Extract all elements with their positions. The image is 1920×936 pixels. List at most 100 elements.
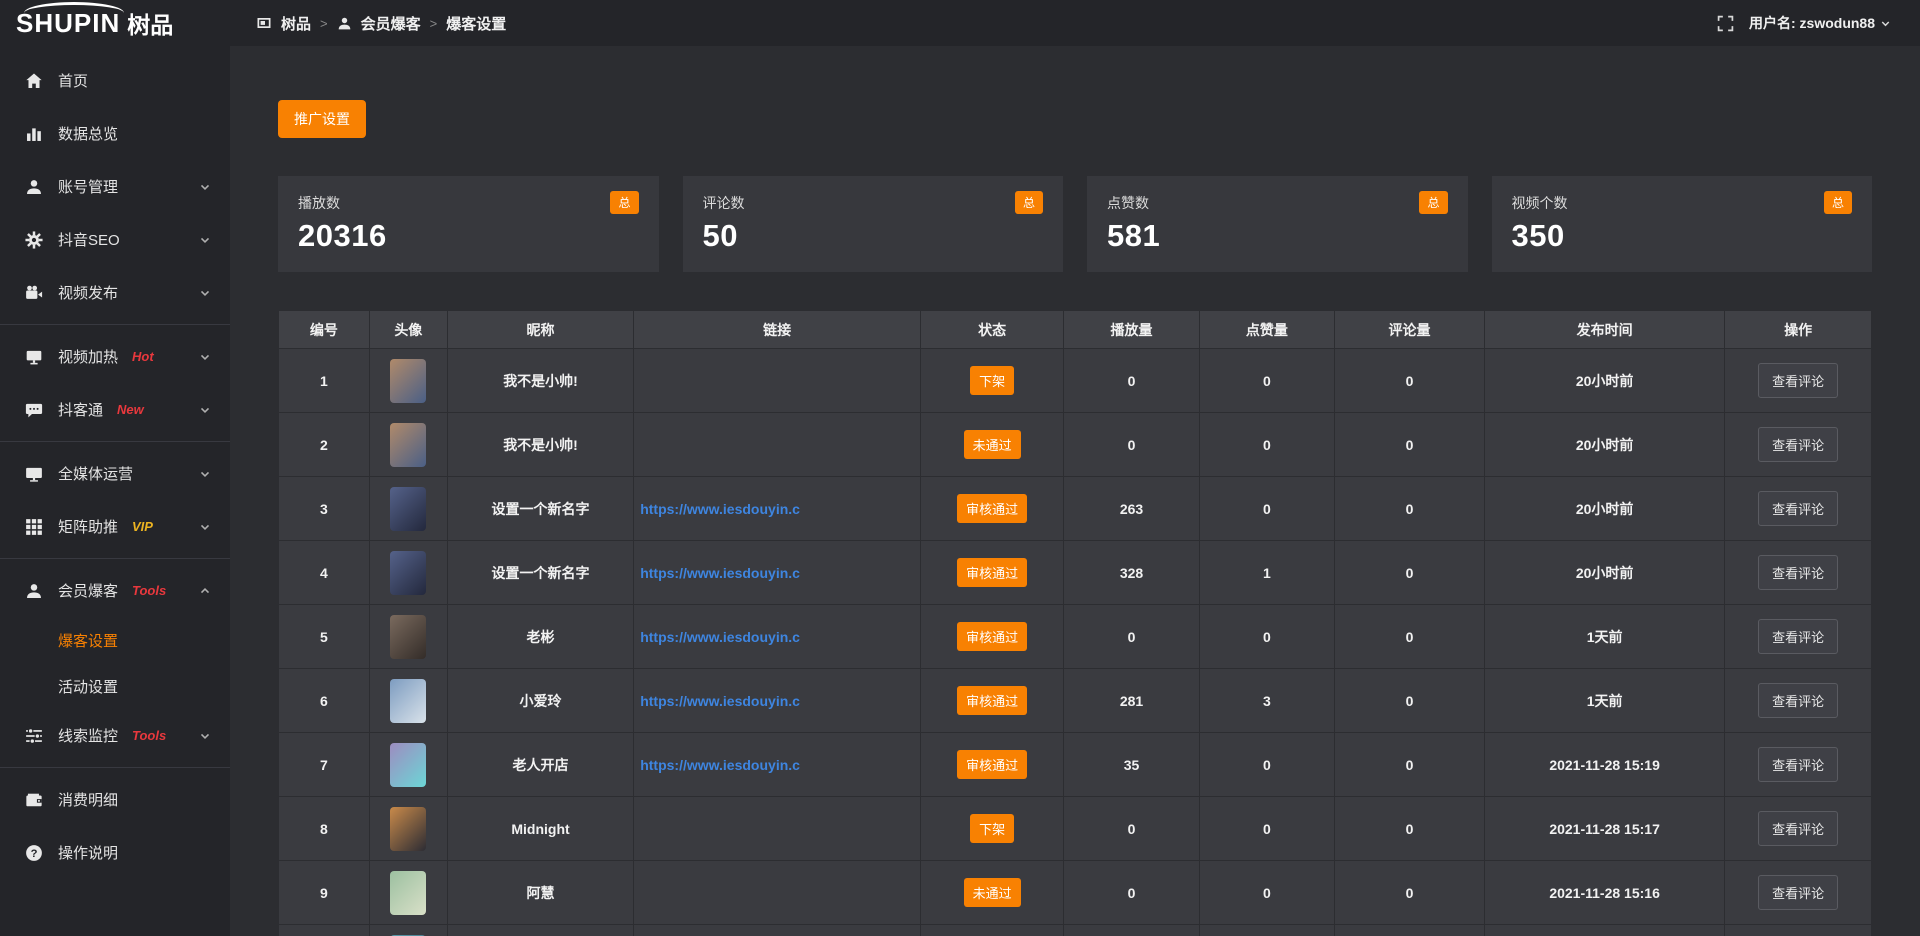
total-badge: 总 — [1015, 191, 1043, 214]
cell-id: 4 — [279, 541, 370, 605]
table-row: 1我不是小帅!下架00020小时前查看评论 — [279, 349, 1872, 413]
breadcrumb-item-section[interactable]: 会员爆客 — [361, 13, 421, 34]
view-comments-button[interactable]: 查看评论 — [1758, 619, 1838, 654]
sidebar-item-home-0[interactable]: 首页 — [0, 54, 230, 107]
fullscreen-icon[interactable] — [1717, 15, 1734, 32]
cell-status — [920, 925, 1063, 936]
cell-nickname: 我不是小帅! — [447, 349, 633, 413]
sidebar-item-label: 视频发布 — [58, 282, 118, 303]
sidebar-item-screen-6[interactable]: 视频加热Hot — [0, 330, 230, 383]
chevron-down-icon — [1879, 17, 1892, 30]
wallet-icon — [24, 791, 44, 809]
cell-plays: 35 — [1064, 733, 1199, 797]
cell-comments — [1335, 925, 1485, 936]
view-comments-button[interactable]: 查看评论 — [1758, 683, 1838, 718]
cell-id: 3 — [279, 477, 370, 541]
gear-icon — [24, 231, 44, 249]
table-row: 3设置一个新名字https://www.iesdouyin.c审核通过26300… — [279, 477, 1872, 541]
sidebar-subitem-active[interactable]: 爆客设置 — [0, 617, 230, 663]
cell-status: 下架 — [920, 349, 1063, 413]
stat-card-top: 点赞数总 — [1107, 191, 1448, 214]
stat-label: 播放数 — [298, 193, 340, 213]
sidebar-item-user-12[interactable]: 会员爆客 Tools — [0, 564, 230, 617]
status-badge: 未通过 — [964, 878, 1021, 907]
stat-cards: 播放数总20316评论数总50点赞数总581视频个数总350 — [278, 176, 1872, 272]
view-comments-button[interactable]: 查看评论 — [1758, 491, 1838, 526]
breadcrumb-separator: > — [320, 16, 328, 31]
video-link[interactable]: https://www.iesdouyin.c — [640, 565, 800, 581]
sidebar-item-video-4[interactable]: 视频发布 — [0, 266, 230, 319]
user-menu[interactable]: 用户名: zswodun88 — [1749, 13, 1892, 33]
view-comments-button[interactable]: 查看评论 — [1758, 427, 1838, 462]
view-comments-button[interactable]: 查看评论 — [1758, 363, 1838, 398]
view-comments-button[interactable]: 查看评论 — [1758, 555, 1838, 590]
sidebar-item-label: 线索监控 — [58, 725, 118, 746]
cell-avatar — [369, 541, 447, 605]
video-link[interactable]: https://www.iesdouyin.c — [640, 501, 800, 517]
view-comments-button[interactable]: 查看评论 — [1758, 811, 1838, 846]
sidebar-item-grid-10[interactable]: 矩阵助推VIP — [0, 500, 230, 553]
cell-plays — [1064, 925, 1199, 936]
video-link[interactable]: https://www.iesdouyin.c — [640, 629, 800, 645]
sidebar-item-chart-1[interactable]: 数据总览 — [0, 107, 230, 160]
sidebar-item-gear-3[interactable]: 抖音SEO — [0, 213, 230, 266]
cell-time: 2021-11-28 15:19 — [1484, 733, 1725, 797]
sidebar-item-label: 全媒体运营 — [58, 463, 133, 484]
cell-id: 6 — [279, 669, 370, 733]
total-badge: 总 — [610, 191, 638, 214]
sidebar-badge-tools: Tools — [132, 583, 166, 598]
cell-plays: 0 — [1064, 413, 1199, 477]
avatar — [390, 423, 426, 467]
sidebar-item-sliders-13[interactable]: 线索监控 Tools — [0, 709, 230, 762]
svg-text:?: ? — [31, 847, 38, 859]
breadcrumb-item-app[interactable]: 树品 — [281, 13, 311, 34]
sidebar-subitem-item[interactable]: 活动设置 — [0, 663, 230, 709]
column-header: 状态 — [920, 311, 1063, 349]
sidebar-item-user-2[interactable]: 账号管理 — [0, 160, 230, 213]
sidebar-item-wallet-15[interactable]: 消费明细 — [0, 773, 230, 826]
content: 推广设置 播放数总20316评论数总50点赞数总581视频个数总350 编号头像… — [230, 46, 1920, 936]
sidebar-item-monitor-9[interactable]: 全媒体运营 — [0, 447, 230, 500]
cell-comments: 0 — [1335, 669, 1485, 733]
cell-link — [634, 925, 921, 936]
cell-likes: 0 — [1199, 861, 1334, 925]
cell-link: https://www.iesdouyin.c — [634, 669, 921, 733]
stat-value: 581 — [1107, 218, 1448, 254]
status-badge: 审核通过 — [957, 686, 1027, 715]
cell-link — [634, 413, 921, 477]
view-comments-button[interactable]: 查看评论 — [1758, 747, 1838, 782]
cell-nickname: 设置一个新名字 — [447, 541, 633, 605]
promotion-settings-button[interactable]: 推广设置 — [278, 100, 366, 138]
chevron-down-icon — [198, 286, 212, 300]
cell-plays: 0 — [1064, 605, 1199, 669]
cell-status: 下架 — [920, 797, 1063, 861]
cell-time: 1天前 — [1484, 669, 1725, 733]
avatar — [390, 487, 426, 531]
cell-nickname: 设置一个新名字 — [447, 477, 633, 541]
sidebar-item-label: 首页 — [58, 70, 88, 91]
chevron-down-icon — [198, 403, 212, 417]
cell-likes: 1 — [1199, 541, 1334, 605]
column-header: 点赞量 — [1199, 311, 1334, 349]
cell-id: 5 — [279, 605, 370, 669]
sidebar-item-label: 会员爆客 — [58, 580, 118, 601]
sidebar-badge-tools: Tools — [132, 728, 166, 743]
cell-avatar — [369, 477, 447, 541]
cell-status: 审核通过 — [920, 669, 1063, 733]
sidebar-item-label: 矩阵助推 — [58, 516, 118, 537]
view-comments-button[interactable]: 查看评论 — [1758, 875, 1838, 910]
status-badge: 审核通过 — [957, 750, 1027, 779]
video-link[interactable]: https://www.iesdouyin.c — [640, 757, 800, 773]
cell-avatar — [369, 797, 447, 861]
sidebar-subitem-label: 爆客设置 — [58, 630, 118, 651]
sidebar-item-question-16[interactable]: ?操作说明 — [0, 826, 230, 879]
avatar — [390, 679, 426, 723]
records-table: 编号头像昵称链接状态播放量点赞量评论量发布时间操作 1我不是小帅!下架00020… — [278, 310, 1872, 936]
sidebar-item-chat-7[interactable]: 抖客通New — [0, 383, 230, 436]
video-link[interactable]: https://www.iesdouyin.c — [640, 693, 800, 709]
column-header: 操作 — [1725, 311, 1872, 349]
cell-comments: 0 — [1335, 349, 1485, 413]
cell-time: 1天前 — [1484, 605, 1725, 669]
breadcrumb-separator: > — [430, 16, 438, 31]
cell-likes — [1199, 925, 1334, 936]
